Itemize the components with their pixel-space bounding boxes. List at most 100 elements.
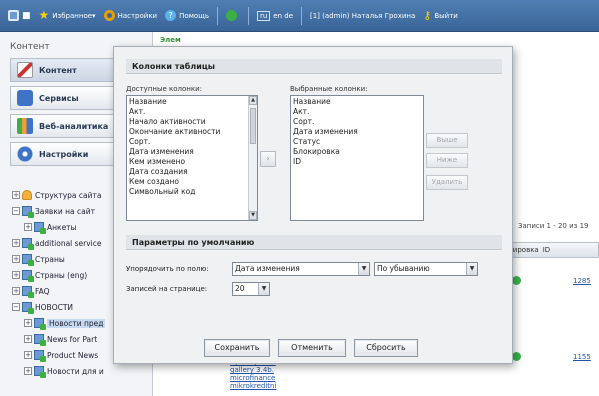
column-option[interactable]: Окончание активности bbox=[129, 127, 255, 137]
tree-expander[interactable]: + bbox=[24, 335, 32, 343]
save-button[interactable]: Сохранить bbox=[204, 339, 270, 357]
iblock-icon bbox=[34, 318, 46, 330]
cancel-button[interactable]: Отменить bbox=[278, 339, 346, 357]
move-down-button[interactable]: Ниже bbox=[426, 153, 468, 168]
favorites-link[interactable]: ★ Избранное ▾ bbox=[38, 8, 96, 22]
dropdown-arrow-icon: ▼ bbox=[258, 283, 269, 295]
iblock-icon bbox=[34, 366, 46, 378]
page-size-value: 20 bbox=[235, 284, 245, 293]
tree-expander[interactable]: + bbox=[24, 351, 32, 359]
add-column-button[interactable]: › bbox=[260, 151, 276, 167]
tree-expander[interactable]: + bbox=[24, 367, 32, 375]
sort-order-select[interactable]: По убыванию ▼ bbox=[374, 262, 478, 276]
column-option[interactable]: Сорт. bbox=[293, 117, 421, 127]
iblock-icon bbox=[34, 350, 46, 362]
site-icon: ■ bbox=[22, 10, 31, 21]
status-indicator[interactable] bbox=[225, 10, 240, 21]
defaults-section-title: Параметры по умолчанию bbox=[126, 235, 502, 250]
user-link[interactable]: [1] (admin) Наталья Грохина bbox=[310, 12, 415, 20]
lang-alternatives[interactable]: en de bbox=[273, 12, 293, 20]
column-option[interactable]: Начало активности bbox=[129, 117, 255, 127]
move-up-button[interactable]: Выше bbox=[426, 133, 468, 148]
lang-current[interactable]: ru bbox=[256, 10, 271, 21]
column-option[interactable]: Сорт. bbox=[129, 137, 255, 147]
desktop-toggle[interactable]: ■ bbox=[8, 10, 31, 21]
help-link[interactable]: ? Помощь bbox=[165, 10, 209, 21]
settings-gear-icon bbox=[17, 146, 33, 162]
column-option[interactable]: Акт. bbox=[129, 107, 255, 117]
column-option[interactable]: Дата создания bbox=[129, 167, 255, 177]
active-status-dot bbox=[512, 352, 521, 361]
column-option[interactable]: Акт. bbox=[293, 107, 421, 117]
logout-link[interactable]: ⚷ Выйти bbox=[423, 10, 458, 21]
tree-expander[interactable]: + bbox=[12, 191, 20, 199]
scroll-up-arrow[interactable]: ▲ bbox=[249, 96, 257, 105]
active-status-dot bbox=[512, 276, 521, 285]
monitor-icon bbox=[8, 10, 19, 21]
tree-item-label: Новости пред bbox=[47, 318, 106, 328]
row-id-link[interactable]: 1155 bbox=[573, 353, 591, 361]
menu-label: Контент bbox=[39, 65, 77, 75]
tree-expander[interactable]: + bbox=[24, 223, 32, 231]
content-icon bbox=[17, 62, 33, 78]
tree-item-label: Страны bbox=[35, 254, 65, 264]
page-size-select[interactable]: 20 ▼ bbox=[232, 282, 270, 296]
link-line: microfinance bbox=[230, 374, 276, 382]
sort-field-select[interactable]: Дата изменения ▼ bbox=[232, 262, 370, 276]
admin-topbar: ■ ★ Избранное ▾ Настройки ? Помощь ru en … bbox=[0, 0, 599, 32]
tree-item-label: News for Part bbox=[47, 334, 98, 344]
column-option[interactable]: Название bbox=[293, 97, 421, 107]
column-option[interactable]: Символьный код bbox=[129, 187, 255, 197]
tree-item-label: Заявки на сайт bbox=[35, 206, 95, 216]
page-size-label: Записей на странице: bbox=[126, 285, 208, 293]
tree-expander[interactable]: + bbox=[12, 239, 20, 247]
tree-item-label: НОВОСТИ bbox=[35, 302, 74, 312]
divider bbox=[216, 6, 218, 25]
services-icon bbox=[17, 90, 33, 106]
column-option[interactable]: Название bbox=[129, 97, 255, 107]
tree-expander[interactable]: + bbox=[12, 287, 20, 295]
dropdown-arrow-icon: ▼ bbox=[466, 263, 477, 275]
tree-expander[interactable]: + bbox=[12, 255, 20, 263]
tree-expander[interactable]: − bbox=[12, 207, 20, 215]
remove-column-button[interactable]: Удалить bbox=[426, 175, 468, 190]
row-id-link[interactable]: 1285 bbox=[573, 277, 591, 285]
iblock-icon bbox=[22, 254, 34, 266]
menu-label: Настройки bbox=[39, 149, 89, 159]
column-option[interactable]: Кем создано bbox=[129, 177, 255, 187]
tree-item-label: Страны (eng) bbox=[35, 270, 88, 280]
tree-expander[interactable]: + bbox=[24, 319, 32, 327]
tree-expander[interactable]: + bbox=[12, 271, 20, 279]
tree-item-label: additional service bbox=[35, 238, 102, 248]
available-columns-list[interactable]: ▲ ▼ Название Акт. Начало активности Окончан… bbox=[126, 95, 258, 221]
column-option[interactable]: Дата изменения bbox=[293, 127, 421, 137]
language-switcher[interactable]: ru en de bbox=[256, 10, 293, 21]
tree-expander[interactable]: − bbox=[12, 303, 20, 311]
tree-item-label: Структура сайта bbox=[35, 190, 102, 200]
scroll-down-arrow[interactable]: ▼ bbox=[249, 211, 257, 220]
tree-item-label: Анкеты bbox=[47, 222, 77, 232]
column-option[interactable]: Кем изменено bbox=[129, 157, 255, 167]
list-scrollbar[interactable]: ▲ ▼ bbox=[248, 96, 257, 220]
column-option[interactable]: Статус bbox=[293, 137, 421, 147]
scroll-thumb[interactable] bbox=[250, 108, 256, 144]
iblock-icon bbox=[22, 302, 34, 314]
main-top-label: Элем bbox=[160, 36, 181, 44]
sort-field-label: Упорядочить по полю: bbox=[126, 265, 209, 273]
dropdown-arrow-icon: ▼ bbox=[358, 263, 369, 275]
favorites-label: Избранное bbox=[52, 11, 93, 20]
reset-button[interactable]: Сбросить bbox=[354, 339, 418, 357]
star-icon: ★ bbox=[38, 8, 50, 22]
tree-item[interactable]: + Новости для и bbox=[0, 363, 153, 379]
user-label: [1] (admin) Наталья Грохина bbox=[310, 11, 416, 20]
tree-item-label: FAQ bbox=[35, 286, 50, 296]
column-option[interactable]: Дата изменения bbox=[129, 147, 255, 157]
settings-link[interactable]: Настройки bbox=[103, 10, 157, 21]
key-icon: ⚷ bbox=[423, 9, 432, 22]
column-option[interactable]: ID bbox=[293, 157, 421, 167]
available-columns-label: Доступные колонки: bbox=[126, 85, 203, 93]
menu-label: Веб-аналитика bbox=[39, 121, 109, 131]
col-header-id[interactable]: ID bbox=[539, 246, 550, 254]
column-option[interactable]: Блокировка bbox=[293, 147, 421, 157]
selected-columns-list[interactable]: Название Акт. Сорт. Дата изменения Статус Бло… bbox=[290, 95, 424, 221]
